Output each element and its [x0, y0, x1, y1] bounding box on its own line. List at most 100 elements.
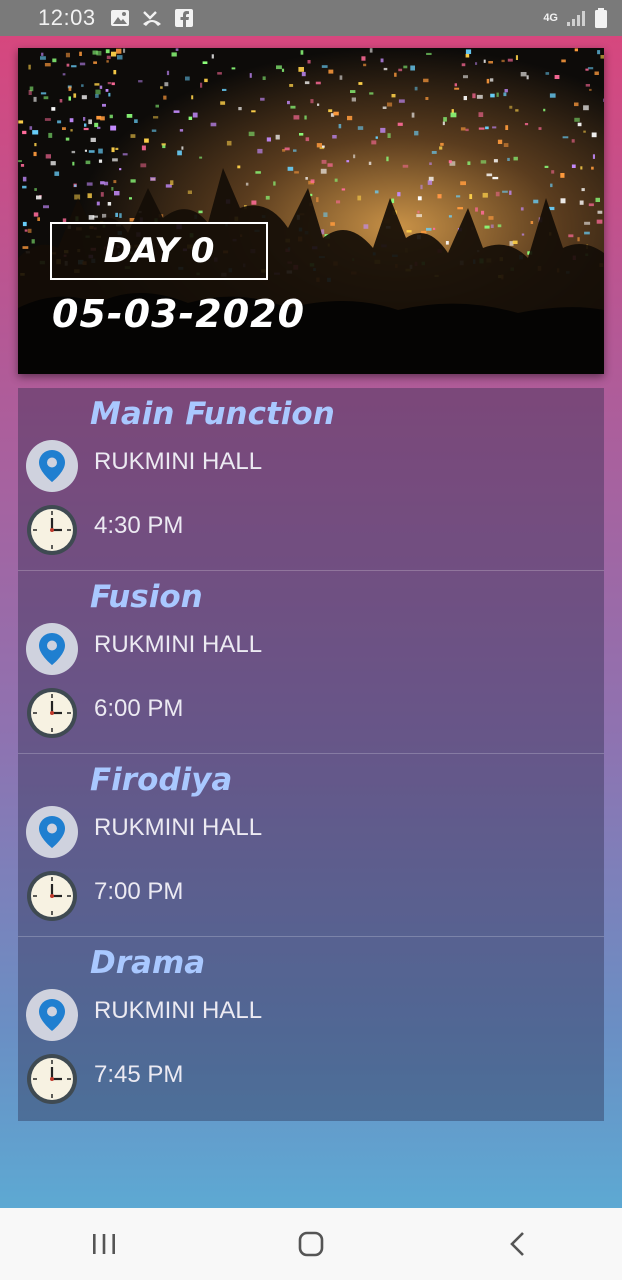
home-icon — [298, 1231, 324, 1257]
home-button[interactable] — [281, 1214, 341, 1274]
confetti-piece — [509, 190, 512, 195]
confetti-piece — [420, 184, 423, 190]
confetti-piece — [299, 133, 304, 136]
confetti-piece — [171, 52, 177, 57]
event-card[interactable]: Drama RUKMINI HALL 7:45 PM — [18, 937, 604, 1121]
confetti-piece — [350, 90, 356, 93]
confetti-piece — [488, 61, 493, 64]
confetti-piece — [109, 114, 113, 119]
event-title: Fusion — [90, 579, 203, 615]
confetti-piece — [237, 165, 241, 169]
confetti-piece — [391, 94, 396, 98]
confetti-piece — [581, 188, 585, 192]
confetti-piece — [561, 59, 566, 63]
confetti-piece — [321, 65, 328, 68]
confetti-piece — [144, 138, 149, 143]
confetti-piece — [524, 123, 529, 126]
confetti-piece — [574, 102, 579, 107]
confetti-piece — [583, 105, 589, 111]
confetti-piece — [481, 210, 485, 215]
confetti-piece — [584, 231, 590, 235]
confetti-piece — [117, 55, 123, 60]
confetti-piece — [320, 168, 327, 174]
confetti-piece — [410, 65, 415, 71]
confetti-piece — [595, 197, 600, 202]
event-list: Main Function RUKMINI HALL 4:30 PM Fusio… — [18, 388, 604, 1121]
confetti-piece — [107, 82, 112, 85]
confetti-piece — [358, 82, 363, 85]
confetti-piece — [22, 185, 27, 189]
confetti-piece — [115, 147, 119, 150]
confetti-piece — [426, 52, 432, 55]
location-pin-icon — [26, 623, 78, 675]
confetti-piece — [414, 86, 418, 91]
confetti-piece — [85, 160, 91, 165]
confetti-piece — [520, 72, 527, 77]
confetti-piece — [122, 153, 128, 156]
confetti-piece — [185, 76, 190, 81]
confetti-piece — [24, 229, 28, 232]
confetti-piece — [298, 67, 304, 72]
confetti-piece — [482, 192, 488, 198]
event-venue: RUKMINI HALL — [94, 631, 263, 658]
confetti-piece — [220, 101, 226, 105]
confetti-piece — [34, 188, 37, 191]
confetti-piece — [363, 63, 367, 67]
location-pin-icon — [26, 440, 78, 492]
confetti-piece — [88, 150, 95, 153]
confetti-piece — [68, 86, 72, 91]
confetti-piece — [202, 61, 208, 64]
confetti-piece — [74, 184, 77, 187]
event-card[interactable]: Main Function RUKMINI HALL 4:30 PM — [18, 388, 604, 571]
confetti-piece — [119, 213, 122, 218]
confetti-piece — [95, 89, 101, 95]
confetti-piece — [151, 129, 157, 132]
confetti-piece — [68, 96, 71, 101]
confetti-piece — [520, 207, 524, 211]
confetti-piece — [111, 147, 115, 153]
confetti-piece — [460, 181, 466, 186]
confetti-piece — [442, 121, 445, 126]
confetti-piece — [126, 114, 133, 118]
confetti-piece — [41, 52, 44, 56]
confetti-piece — [363, 224, 369, 229]
event-time: 7:00 PM — [94, 878, 184, 905]
confetti-piece — [293, 115, 300, 120]
confetti-piece — [550, 183, 553, 188]
confetti-piece — [585, 84, 590, 87]
confetti-piece — [369, 92, 374, 95]
confetti-piece — [603, 98, 604, 102]
confetti-piece — [141, 145, 146, 151]
confetti-piece — [530, 221, 534, 224]
back-button[interactable] — [488, 1214, 548, 1274]
confetti-piece — [485, 126, 489, 130]
confetti-piece — [460, 127, 466, 131]
recent-apps-button[interactable] — [74, 1214, 134, 1274]
confetti-piece — [330, 222, 335, 226]
confetti-piece — [119, 168, 122, 171]
confetti-piece — [81, 95, 87, 100]
confetti-piece — [386, 156, 389, 162]
confetti-piece — [100, 192, 104, 197]
confetti-piece — [81, 84, 84, 87]
event-card[interactable]: Fusion RUKMINI HALL 6:00 PM — [18, 571, 604, 754]
confetti-piece — [448, 160, 452, 164]
confetti-piece — [304, 115, 307, 120]
confetti-piece — [33, 212, 39, 217]
confetti-piece — [155, 104, 159, 108]
confetti-piece — [414, 130, 419, 136]
confetti-piece — [104, 181, 109, 186]
confetti-piece — [98, 159, 103, 163]
confetti-piece — [273, 181, 276, 186]
confetti-piece — [316, 143, 322, 148]
confetti-piece — [533, 199, 539, 204]
confetti-piece — [200, 82, 203, 88]
event-card[interactable]: Firodiya RUKMINI HALL 7:00 PM — [18, 754, 604, 937]
confetti-piece — [54, 171, 60, 176]
confetti-piece — [577, 237, 580, 242]
confetti-piece — [332, 135, 337, 139]
confetti-piece — [454, 87, 460, 90]
confetti-piece — [36, 195, 42, 200]
confetti-piece — [353, 154, 356, 159]
confetti-piece — [262, 76, 266, 80]
